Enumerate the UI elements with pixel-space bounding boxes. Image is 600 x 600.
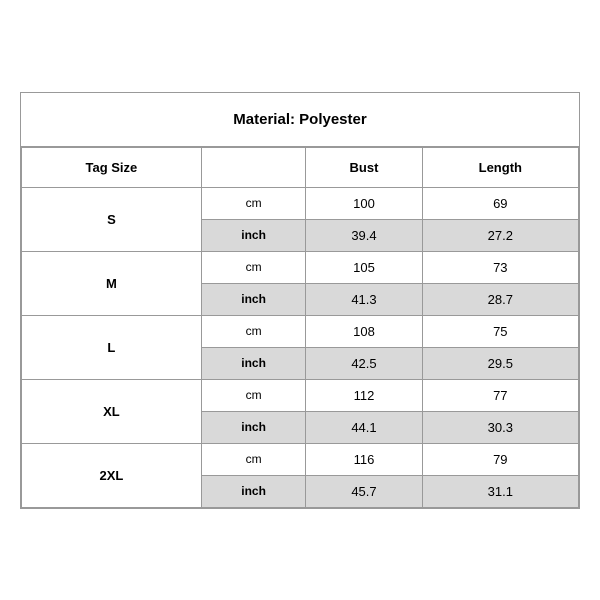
bust-cm: 108 bbox=[306, 315, 422, 347]
unit-cm: cm bbox=[201, 379, 306, 411]
unit-inch: inch bbox=[201, 347, 306, 379]
size-chart: Material: Polyester Tag Size Bust Length… bbox=[20, 92, 580, 509]
table-row: Scm10069 bbox=[22, 187, 579, 219]
size-label: 2XL bbox=[22, 443, 202, 507]
chart-title: Material: Polyester bbox=[21, 93, 579, 147]
bust-cm: 105 bbox=[306, 251, 422, 283]
size-label: S bbox=[22, 187, 202, 251]
table-header-row: Tag Size Bust Length bbox=[22, 147, 579, 187]
length-cm: 77 bbox=[422, 379, 578, 411]
table-row: 2XLcm11679 bbox=[22, 443, 579, 475]
length-inch: 30.3 bbox=[422, 411, 578, 443]
bust-inch: 45.7 bbox=[306, 475, 422, 507]
length-cm: 75 bbox=[422, 315, 578, 347]
unit-inch: inch bbox=[201, 283, 306, 315]
unit-inch: inch bbox=[201, 475, 306, 507]
bust-inch: 42.5 bbox=[306, 347, 422, 379]
unit-cm: cm bbox=[201, 187, 306, 219]
bust-cm: 112 bbox=[306, 379, 422, 411]
table-row: Mcm10573 bbox=[22, 251, 579, 283]
bust-cm: 100 bbox=[306, 187, 422, 219]
unit-header bbox=[201, 147, 306, 187]
length-header: Length bbox=[422, 147, 578, 187]
size-label: L bbox=[22, 315, 202, 379]
unit-cm: cm bbox=[201, 251, 306, 283]
size-label: M bbox=[22, 251, 202, 315]
length-inch: 31.1 bbox=[422, 475, 578, 507]
length-inch: 27.2 bbox=[422, 219, 578, 251]
length-cm: 79 bbox=[422, 443, 578, 475]
unit-cm: cm bbox=[201, 443, 306, 475]
bust-cm: 116 bbox=[306, 443, 422, 475]
bust-inch: 41.3 bbox=[306, 283, 422, 315]
unit-inch: inch bbox=[201, 219, 306, 251]
bust-inch: 39.4 bbox=[306, 219, 422, 251]
length-inch: 28.7 bbox=[422, 283, 578, 315]
tag-size-header: Tag Size bbox=[22, 147, 202, 187]
size-label: XL bbox=[22, 379, 202, 443]
length-cm: 69 bbox=[422, 187, 578, 219]
size-table: Tag Size Bust Length Scm10069inch39.427.… bbox=[21, 147, 579, 508]
bust-header: Bust bbox=[306, 147, 422, 187]
table-row: Lcm10875 bbox=[22, 315, 579, 347]
unit-cm: cm bbox=[201, 315, 306, 347]
bust-inch: 44.1 bbox=[306, 411, 422, 443]
unit-inch: inch bbox=[201, 411, 306, 443]
table-row: XLcm11277 bbox=[22, 379, 579, 411]
length-cm: 73 bbox=[422, 251, 578, 283]
length-inch: 29.5 bbox=[422, 347, 578, 379]
